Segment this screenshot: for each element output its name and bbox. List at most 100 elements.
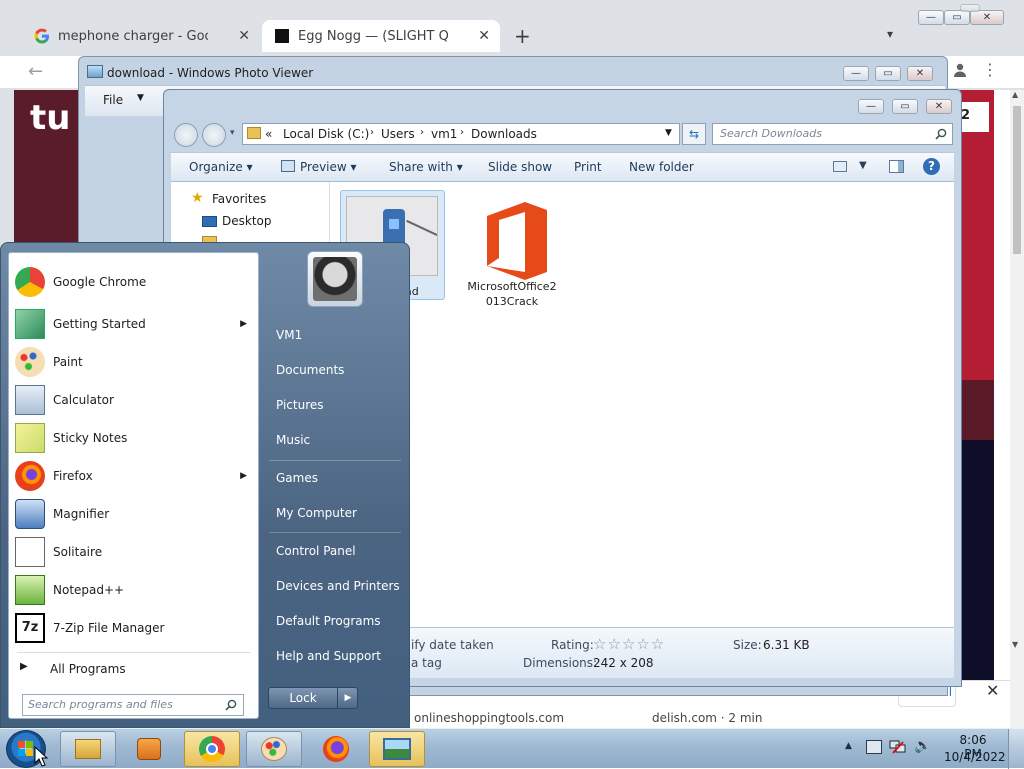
address-bar[interactable]: « Local Disk (C:) › Users › vm1 › Downlo… — [242, 123, 680, 145]
program-calculator[interactable]: Calculator — [12, 382, 257, 418]
tab-google-search[interactable]: mephone charger - Google Searc ✕ — [22, 20, 260, 52]
pv-close-button[interactable]: ✕ — [907, 66, 933, 81]
new-folder-button[interactable]: New folder — [629, 160, 694, 174]
start-link-help-and-support[interactable]: Help and Support — [276, 649, 381, 663]
explorer-close-button[interactable]: ✕ — [926, 99, 952, 114]
help-icon[interactable]: ? — [923, 158, 940, 175]
preview-button[interactable]: Preview ▾ — [300, 160, 357, 174]
chrome-maximize-button[interactable]: ▭ — [944, 10, 970, 25]
share-with-button[interactable]: Share with ▾ — [389, 160, 463, 174]
breadcrumb-separator-icon[interactable]: › — [370, 127, 374, 138]
new-tab-button[interactable]: + — [514, 24, 531, 48]
view-options-icon[interactable] — [833, 161, 847, 172]
breadcrumb-separator-icon[interactable]: › — [460, 127, 464, 138]
breadcrumb-vm1[interactable]: vm1 — [431, 127, 457, 141]
pv-minimize-button[interactable]: — — [843, 66, 869, 81]
explorer-maximize-button[interactable]: ▭ — [892, 99, 918, 114]
program-magnifier[interactable]: Magnifier — [12, 496, 257, 532]
organize-button[interactable]: Organize ▾ — [189, 160, 253, 174]
date-taken-label[interactable]: ify date taken — [411, 638, 494, 652]
start-link-control-panel[interactable]: Control Panel — [276, 544, 356, 558]
pv-maximize-button[interactable]: ▭ — [875, 66, 901, 81]
clock-date[interactable]: 10/4/2022 — [944, 750, 1006, 764]
submenu-arrow-icon[interactable]: ▶ — [240, 471, 247, 481]
back-button[interactable] — [174, 123, 198, 147]
recent-pages-chevron-icon[interactable]: ▾ — [230, 128, 235, 138]
profile-icon[interactable] — [952, 62, 968, 78]
scrollbar-thumb[interactable] — [1013, 106, 1021, 254]
start-link-devices-and-printers[interactable]: Devices and Printers — [276, 579, 400, 593]
user-picture[interactable] — [307, 251, 363, 307]
lock-button[interactable]: Lock ▶ — [268, 687, 358, 709]
start-link-games[interactable]: Games — [276, 471, 318, 485]
taskbar-photo-viewer[interactable] — [369, 731, 425, 767]
add-tag-label[interactable]: a tag — [411, 656, 442, 670]
explorer-search-input[interactable]: Search Downloads — [712, 123, 953, 145]
chrome-close-button[interactable]: ✕ — [970, 10, 1004, 25]
program-firefox[interactable]: Firefox ▶ — [12, 458, 257, 494]
start-link-vm1[interactable]: VM1 — [276, 328, 302, 342]
file-item-office-crack[interactable]: MicrosoftOffice2 013Crack — [467, 194, 557, 308]
nav-favorites[interactable]: Favorites — [212, 192, 266, 206]
file-menu-chevron-icon[interactable]: ▼ — [137, 93, 144, 103]
print-button[interactable]: Print — [574, 160, 602, 174]
paint-icon — [15, 347, 45, 377]
back-arrow-icon[interactable]: ← — [28, 61, 43, 82]
taskbar-firefox[interactable] — [308, 731, 364, 767]
chrome-minimize-button[interactable]: — — [918, 10, 944, 25]
taskbar-explorer[interactable] — [60, 731, 116, 767]
network-icon[interactable] — [889, 739, 907, 755]
address-dropdown-icon[interactable]: ▼ — [665, 128, 672, 138]
program-7-zip-file-manager[interactable]: 7z 7-Zip File Manager — [12, 610, 257, 646]
tab-close-icon[interactable]: ✕ — [238, 28, 250, 44]
program-notepad[interactable]: Notepad++ — [12, 572, 257, 608]
start-link-music[interactable]: Music — [276, 433, 310, 447]
breadcrumb-overflow[interactable]: « — [265, 127, 272, 141]
scroll-down-icon[interactable]: ▼ — [1012, 640, 1018, 649]
nav-desktop[interactable]: Desktop — [222, 214, 272, 228]
chrome-menu-icon[interactable]: ⋮ — [982, 60, 998, 79]
start-link-default-programs[interactable]: Default Programs — [276, 614, 381, 628]
start-link-my-computer[interactable]: My Computer — [276, 506, 357, 520]
start-link-documents[interactable]: Documents — [276, 363, 344, 377]
preview-pane-icon[interactable] — [889, 160, 904, 173]
forward-button[interactable] — [202, 123, 226, 147]
rating-stars-icon[interactable]: ☆☆☆☆☆ — [593, 635, 665, 653]
show-desktop-button[interactable] — [1008, 729, 1024, 769]
tab-egg-nogg[interactable]: Egg Nogg — (SLIGHT QUESTION ✕ — [262, 20, 500, 52]
program-getting-started[interactable]: Getting Started ▶ — [12, 306, 257, 342]
downloads-bar-close-icon[interactable]: ✕ — [986, 681, 999, 700]
show-hidden-icons-chevron-icon[interactable]: ▲ — [845, 741, 852, 751]
all-programs-button[interactable]: ▶ All Programs — [12, 656, 257, 684]
slide-show-button[interactable]: Slide show — [488, 160, 552, 174]
submenu-arrow-icon[interactable]: ▶ — [240, 319, 247, 329]
breadcrumb-separator-icon[interactable]: › — [420, 127, 424, 138]
refresh-icon[interactable]: ⇆ — [682, 123, 706, 145]
scroll-up-icon[interactable]: ▲ — [1012, 90, 1018, 99]
start-link-pictures[interactable]: Pictures — [276, 398, 324, 412]
volume-icon[interactable]: 🔈 — [914, 738, 931, 754]
file-menu[interactable]: File — [103, 93, 123, 107]
google-g-icon — [34, 28, 49, 44]
breadcrumb-downloads[interactable]: Downloads — [471, 127, 537, 141]
taskbar-chrome[interactable] — [184, 731, 240, 767]
action-center-flag-icon[interactable] — [866, 740, 882, 754]
page-scrollbar[interactable]: ▲ ▼ — [1010, 90, 1024, 728]
breadcrumb-users[interactable]: Users — [381, 127, 415, 141]
program-paint[interactable]: Paint — [12, 344, 257, 380]
shutdown-options-icon[interactable]: ▶ — [337, 688, 358, 708]
view-options-chevron-icon[interactable]: ▼ — [859, 160, 867, 171]
taskbar-paint[interactable] — [246, 731, 302, 767]
file-name-line2: 013Crack — [485, 295, 539, 308]
program-solitaire[interactable]: Solitaire — [12, 534, 257, 570]
search-icon[interactable] — [935, 128, 947, 140]
breadcrumb-local-disk[interactable]: Local Disk (C:) — [283, 127, 369, 141]
tab-close-icon[interactable]: ✕ — [478, 28, 490, 44]
program-google-chrome[interactable]: Google Chrome — [12, 264, 257, 300]
start-search-input[interactable]: Search programs and files — [22, 694, 244, 716]
taskbar-media-player[interactable] — [121, 731, 177, 767]
explorer-minimize-button[interactable]: — — [858, 99, 884, 114]
tab-search-chevron-icon[interactable]: ▾ — [887, 27, 893, 41]
program-sticky-notes[interactable]: Sticky Notes — [12, 420, 257, 456]
search-icon[interactable] — [225, 699, 237, 711]
